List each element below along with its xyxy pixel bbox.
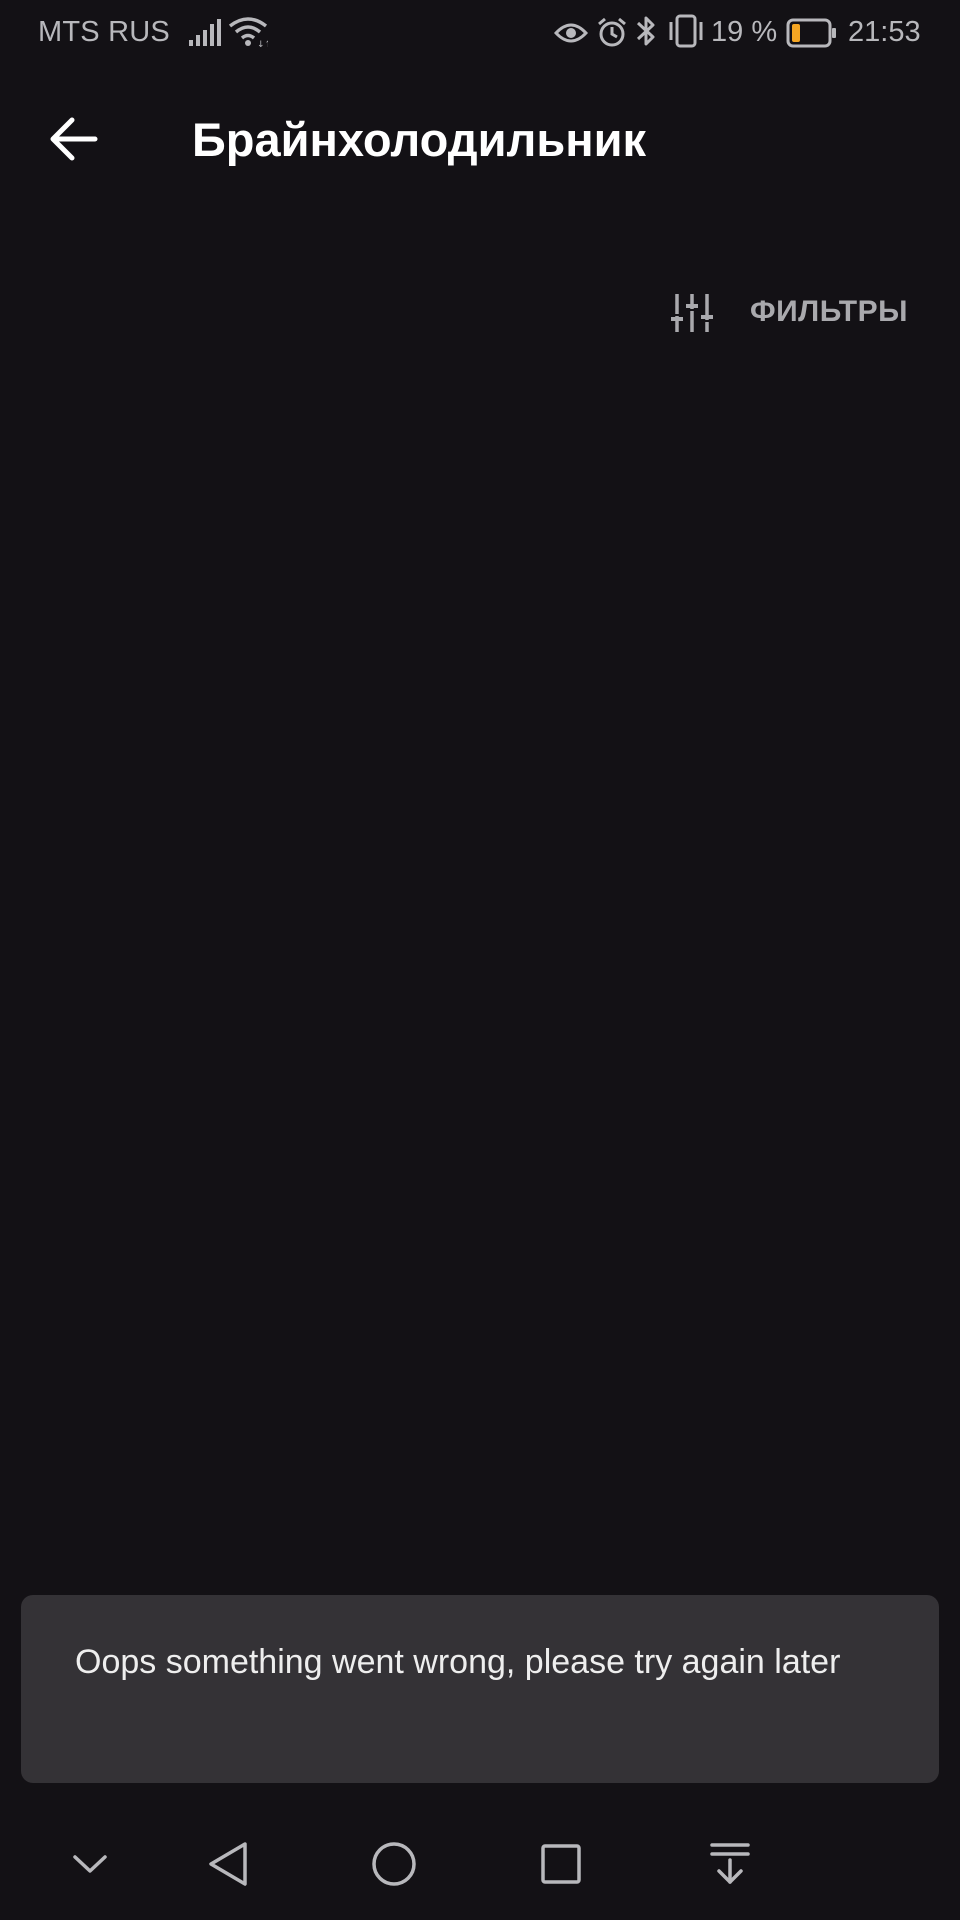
battery-percent: 19 % (711, 16, 778, 48)
back-triangle-icon (209, 1842, 247, 1886)
home-circle-icon (372, 1842, 416, 1886)
system-nav-bar (0, 1810, 960, 1920)
bluetooth-icon (636, 16, 655, 46)
carrier-name: MTS RUS (38, 16, 170, 48)
eye-icon (554, 23, 588, 43)
arrow-left-icon (50, 117, 98, 161)
svg-text:↓↑: ↓↑ (257, 40, 268, 48)
back-button[interactable] (34, 104, 114, 174)
wifi-icon: ↓↑ (228, 17, 268, 48)
nav-back-button[interactable] (188, 1824, 268, 1904)
snackbar-message: Oops something went wrong, please try ag… (75, 1643, 841, 1681)
chevron-down-icon (73, 1855, 107, 1873)
clock: 21:53 (848, 16, 921, 48)
nav-home-button[interactable] (354, 1824, 434, 1904)
recents-square-icon (541, 1844, 581, 1884)
sliders-icon (671, 294, 713, 332)
error-snackbar: Oops something went wrong, please try ag… (21, 1595, 939, 1783)
battery-icon (786, 18, 836, 48)
signal-icon (189, 19, 221, 46)
alarm-icon (598, 17, 626, 47)
filters-label: ФИЛЬТРЫ (750, 295, 908, 328)
app-bar: Брайнхолодильник (0, 90, 960, 190)
hide-nav-button[interactable] (50, 1824, 130, 1904)
vibrate-icon (669, 14, 703, 48)
notification-pull-button[interactable] (690, 1824, 770, 1904)
page-title: Брайнхолодильник (192, 113, 647, 166)
status-bar: MTS RUS ↓↑ 19 % (0, 0, 960, 66)
nav-recents-button[interactable] (521, 1824, 601, 1904)
notification-pull-icon (710, 1843, 750, 1884)
filters-button[interactable]: ФИЛЬТРЫ (660, 282, 930, 344)
